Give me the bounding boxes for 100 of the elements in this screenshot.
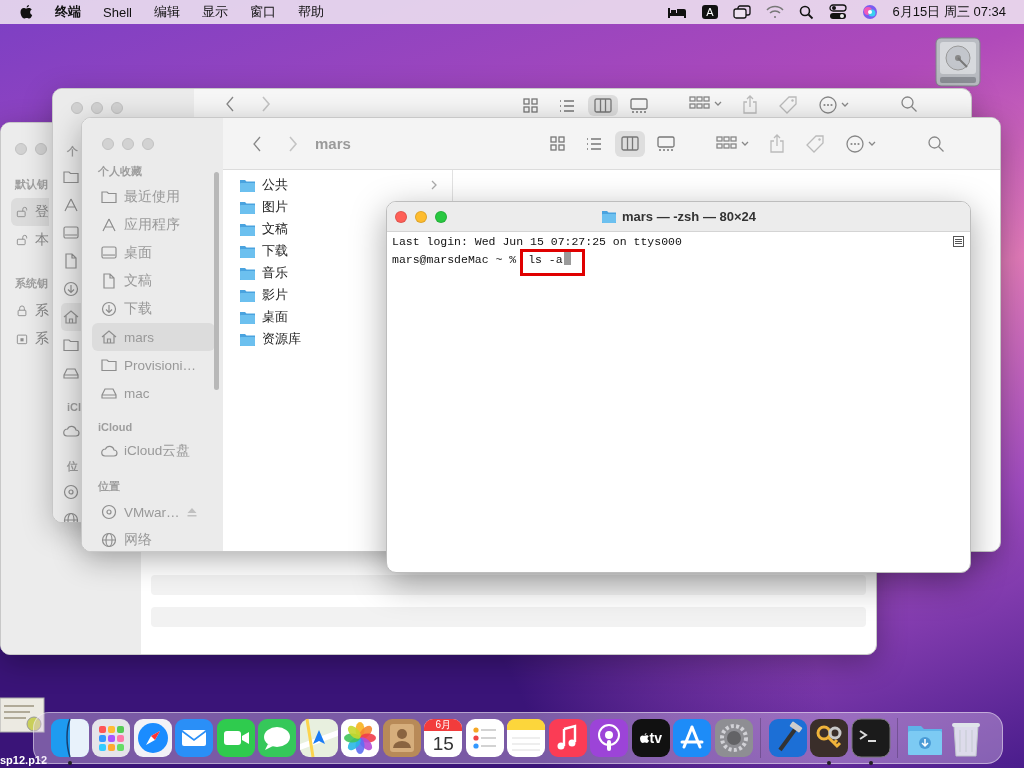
envelope-icon[interactable] (174, 718, 215, 758)
view-mode-button[interactable] (615, 130, 645, 157)
display-icon (100, 244, 118, 262)
tv-icon[interactable]: tv (631, 719, 670, 757)
folder-icon (239, 199, 256, 215)
tag-icon[interactable] (805, 133, 825, 154)
tag-icon[interactable] (778, 95, 798, 115)
menu-item[interactable]: 显示 (190, 3, 239, 21)
terminal-prompt: mars@marsdeMac ~ % (392, 253, 517, 266)
input-method-indicator[interactable]: A (702, 5, 718, 19)
app-grid-icon[interactable] (91, 718, 132, 758)
folder-icon (62, 336, 80, 354)
forward-chevron-icon[interactable] (287, 134, 299, 153)
terminal-icon[interactable] (850, 718, 891, 758)
folder-item[interactable]: 资源库 (223, 328, 307, 350)
speech-bubble-icon[interactable] (257, 718, 298, 758)
folder-item[interactable]: 影片 (223, 284, 294, 306)
gear-icon[interactable] (713, 718, 754, 758)
minimize-button[interactable] (35, 143, 47, 155)
menu-app-name[interactable]: 终端 (44, 3, 92, 21)
bed-icon[interactable] (667, 5, 688, 19)
folder-item[interactable]: 桌面 (223, 306, 294, 328)
app-letter-icon (100, 216, 118, 234)
folder-icon (62, 168, 80, 186)
folder-item[interactable]: 图片 (223, 196, 294, 218)
text-cursor (563, 252, 571, 265)
columns-icon (593, 96, 613, 115)
scroll-marker-icon[interactable] (953, 236, 964, 247)
share-icon[interactable] (742, 95, 758, 115)
checklist-icon[interactable] (464, 718, 505, 758)
window-title: mars — -zsh — 80×24 (621, 209, 756, 224)
menu-item[interactable]: 窗口 (238, 3, 287, 21)
share-icon[interactable] (769, 133, 785, 154)
back-chevron-icon[interactable] (224, 95, 236, 113)
menu-clock[interactable]: 6月15日 周三 07:34 (892, 3, 1006, 21)
menu-item[interactable]: Shell (92, 4, 143, 20)
letter-a-icon[interactable] (672, 718, 713, 758)
view-mode-button[interactable] (588, 95, 618, 116)
flower-icon[interactable] (340, 718, 381, 758)
sidebar-header: 系统钥 (15, 276, 48, 291)
display-icon (62, 224, 80, 242)
back-chevron-icon[interactable] (251, 134, 263, 153)
folder-icon (239, 331, 256, 347)
folder-item[interactable]: 公共 (223, 174, 452, 196)
two-tone-tile-icon[interactable] (49, 718, 90, 758)
tv-label: tv (649, 730, 662, 746)
folder-icon (239, 265, 256, 281)
forward-chevron-icon[interactable] (260, 95, 272, 113)
menu-item[interactable]: 编辑 (142, 3, 191, 21)
folder-icon (239, 309, 256, 325)
folder-icon (100, 188, 118, 206)
sidebar-item[interactable] (61, 303, 81, 331)
folder-icon (239, 221, 256, 237)
notepad-icon[interactable] (506, 718, 547, 758)
map-icon[interactable] (298, 718, 339, 758)
gallery-icon (656, 134, 676, 153)
sidebar-header: 位置 (98, 479, 120, 494)
colorful-orb-icon[interactable] (861, 4, 878, 20)
video-camera-icon[interactable] (215, 718, 256, 758)
calendar-icon[interactable]: 6月 15 (424, 719, 463, 757)
sidebar-header: iCl (67, 401, 82, 413)
folder-icon (239, 243, 256, 259)
sidebar-header: 个人收藏 (98, 164, 142, 179)
calendar-month: 6月 (424, 719, 463, 731)
folder-icon (600, 209, 617, 224)
folder-item[interactable]: 音乐 (223, 262, 294, 284)
folder-icon (239, 287, 256, 303)
globe-icon (100, 531, 118, 549)
window-title: mars (315, 135, 352, 152)
sidebar-header: iCloud (98, 421, 133, 433)
search-icon[interactable] (798, 4, 814, 20)
terminal-line: Last login: Wed Jun 15 07:27:25 on ttys000 (392, 235, 682, 249)
icon-grid-icon (548, 134, 568, 153)
document-icon (62, 252, 80, 270)
apple-logo-icon[interactable] (18, 4, 34, 20)
sidebar-header: 默认钥 (15, 177, 48, 192)
windows-icon[interactable] (732, 4, 751, 20)
folder-icon (100, 356, 118, 374)
sidebar-header: 个 (67, 144, 78, 159)
folder-item[interactable]: 下载 (223, 240, 294, 262)
terminal-command: ls -a (528, 253, 563, 266)
compass-icon[interactable] (132, 718, 173, 758)
gallery-icon (629, 96, 649, 115)
icon-grid-icon (521, 96, 541, 115)
columns-icon (620, 134, 640, 153)
control-center-icon[interactable] (828, 4, 847, 20)
wifi-icon[interactable] (765, 5, 784, 19)
house-icon (100, 328, 118, 346)
hammer-icon[interactable] (767, 718, 808, 758)
keys-icon[interactable] (809, 718, 850, 758)
address-book-icon[interactable] (381, 718, 422, 758)
apple-logo-icon (639, 732, 649, 744)
download-icon (62, 280, 80, 298)
menu-item[interactable]: 帮助 (286, 3, 335, 21)
calendar-day: 15 (432, 731, 454, 756)
disc-icon (100, 503, 118, 521)
folder-item[interactable]: 文稿 (223, 218, 294, 240)
file-name: sp12.p12 (0, 754, 48, 766)
broadcast-icon[interactable] (589, 718, 630, 758)
music-note-icon[interactable] (547, 718, 588, 758)
